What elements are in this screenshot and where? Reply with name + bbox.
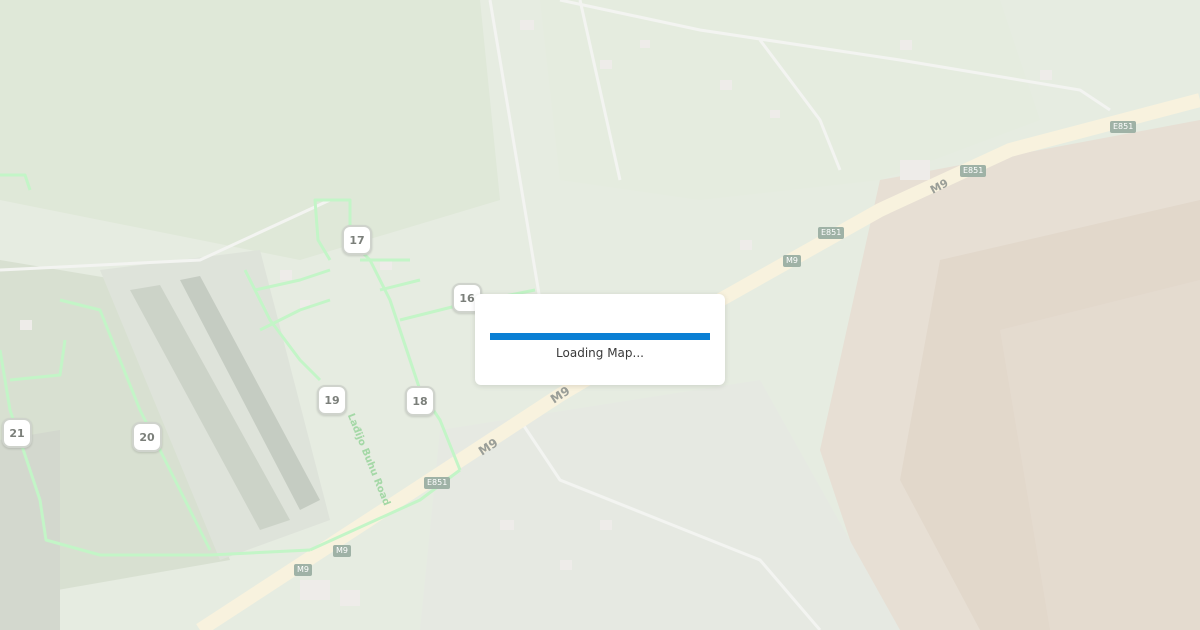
- route-shield-m9-c: M9: [294, 564, 312, 576]
- route-marker-18[interactable]: 18: [405, 386, 435, 416]
- route-shield-e851-b: E851: [960, 165, 987, 177]
- loading-progress-bar: [490, 333, 710, 340]
- route-shield-e851-a: E851: [1110, 121, 1137, 133]
- route-shield-e851-c: E851: [818, 227, 845, 239]
- route-shield-m9-b: M9: [333, 545, 351, 557]
- loading-text: Loading Map...: [556, 346, 644, 360]
- route-marker-20[interactable]: 20: [132, 422, 162, 452]
- route-shield-e851-d: E851: [424, 477, 451, 489]
- route-shield-m9-a: M9: [783, 255, 801, 267]
- loading-progress-fill: [490, 333, 710, 340]
- route-marker-19[interactable]: 19: [317, 385, 347, 415]
- map-container[interactable]: 17 16 19 18 21 20 M9 M9 M9 E851 E851 E85…: [0, 0, 1200, 630]
- route-marker-21[interactable]: 21: [2, 418, 32, 448]
- route-marker-17[interactable]: 17: [342, 225, 372, 255]
- loading-dialog: Loading Map...: [475, 294, 725, 385]
